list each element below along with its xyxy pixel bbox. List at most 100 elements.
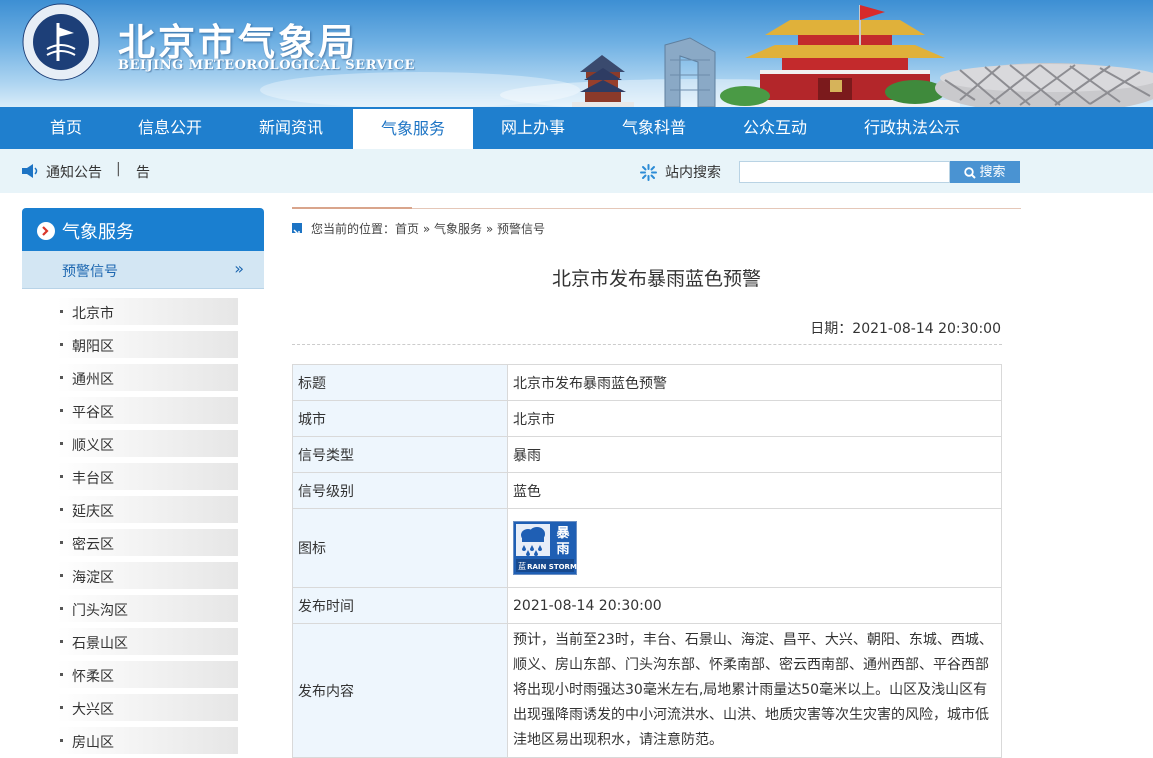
bullet-icon: [60, 376, 63, 379]
breadcrumb-separator: »: [419, 222, 435, 236]
nav-item-public-interaction[interactable]: 公众互动: [725, 107, 825, 149]
table-key: 信号类型: [292, 436, 508, 473]
search-icon: [964, 166, 977, 179]
sidebar-item-yanqing[interactable]: 延庆区: [57, 496, 238, 523]
sidebar-item-label: 朝阳区: [72, 339, 114, 355]
breadcrumb-warning-signals[interactable]: 预警信号: [497, 222, 545, 236]
sidebar-item-fengtai[interactable]: 丰台区: [57, 463, 238, 490]
search-button-label: 搜索: [979, 164, 1006, 179]
breadcrumb-prefix: 您当前的位置：: [311, 222, 396, 236]
warning-info-table: 标题 北京市发布暴雨蓝色预警 城市 北京市 信号类型 暴雨 信号级别 蓝色 图标…: [292, 364, 1002, 758]
bullet-icon: [60, 607, 63, 610]
table-value: 北京市发布暴雨蓝色预警: [507, 364, 1002, 401]
breadcrumb: 您当前的位置：首页 » 气象服务 » 预警信号: [311, 220, 545, 237]
sidebar-item-label: 通州区: [72, 372, 114, 388]
table-row: 信号类型 暴雨: [292, 436, 1002, 473]
sidebar-item-haidian[interactable]: 海淀区: [57, 562, 238, 589]
date-divider: [292, 344, 1002, 345]
meteorological-seal-logo: [22, 3, 100, 81]
double-chevron-icon: »: [234, 259, 244, 278]
notice-separator: |: [116, 161, 121, 177]
sidebar-item-label: 丰台区: [72, 471, 114, 487]
sidebar-item-shunyi[interactable]: 顺义区: [57, 430, 238, 457]
bullet-icon: [60, 541, 63, 544]
sidebar-item-tongzhou[interactable]: 通州区: [57, 364, 238, 391]
location-arrow-icon: [292, 223, 302, 236]
search-input[interactable]: [739, 161, 950, 183]
sidebar-item-label: 大兴区: [72, 702, 114, 718]
breadcrumb-weather-service[interactable]: 气象服务: [434, 222, 482, 236]
nav-item-online-service[interactable]: 网上办事: [483, 107, 583, 149]
table-key: 标题: [292, 364, 508, 401]
bullet-icon: [60, 508, 63, 511]
bullet-icon: [60, 343, 63, 346]
main-nav: 首页 信息公开 新闻资讯 气象服务 网上办事 气象科普 公众互动 行政执法公示: [0, 107, 1153, 149]
bullet-icon: [60, 673, 63, 676]
icon-level-char: 蓝: [518, 561, 526, 571]
nav-item-news[interactable]: 新闻资讯: [240, 107, 342, 149]
table-row: 信号级别 蓝色: [292, 472, 1002, 509]
sidebar-item-label: 顺义区: [72, 438, 114, 454]
search-button[interactable]: 搜索: [950, 161, 1020, 183]
notice-label: 通知公告: [46, 165, 102, 181]
table-key: 图标: [292, 508, 508, 588]
sidebar-item-shijingshan[interactable]: 石景山区: [57, 628, 238, 655]
sidebar-item-label: 房山区: [72, 735, 114, 751]
notice-ticker-text[interactable]: 告: [136, 162, 150, 182]
sidebar-current-section[interactable]: 预警信号 »: [22, 251, 264, 289]
bullet-icon: [60, 310, 63, 313]
table-key: 发布时间: [292, 587, 508, 624]
sparkle-icon: [640, 164, 657, 181]
table-value: 暴雨: [507, 436, 1002, 473]
nav-item-law-enforcement[interactable]: 行政执法公示: [848, 107, 976, 149]
table-value: 蓝色: [507, 472, 1002, 509]
nav-item-info-disclosure[interactable]: 信息公开: [120, 107, 220, 149]
sidebar-item-mentougou[interactable]: 门头沟区: [57, 595, 238, 622]
sidebar-item-label: 门头沟区: [72, 603, 128, 619]
bullet-icon: [60, 574, 63, 577]
chevron-circle-icon: [37, 222, 55, 240]
table-key: 发布内容: [292, 623, 508, 758]
sidebar-item-label: 怀柔区: [72, 669, 114, 685]
sidebar-current-label: 预警信号: [62, 264, 118, 280]
sidebar-item-beijing[interactable]: 北京市: [57, 298, 238, 325]
content-top-rule-accent: [292, 207, 412, 209]
breadcrumb-home[interactable]: 首页: [395, 222, 419, 236]
sidebar-item-label: 密云区: [72, 537, 114, 553]
table-row: 发布时间 2021-08-14 20:30:00: [292, 587, 1002, 624]
table-key: 信号级别: [292, 472, 508, 509]
table-row: 标题 北京市发布暴雨蓝色预警: [292, 364, 1002, 401]
date-value: 2021-08-14 20:30:00: [852, 321, 1001, 337]
speaker-icon: [22, 164, 38, 178]
rainstorm-blue-warning-icon: 暴 雨 蓝 RAIN STORM: [513, 521, 577, 575]
sidebar-item-label: 海淀区: [72, 570, 114, 586]
sidebar-item-label: 平谷区: [72, 405, 114, 421]
table-value: 北京市: [507, 400, 1002, 437]
sidebar-item-daxing[interactable]: 大兴区: [57, 694, 238, 721]
table-row: 发布内容 预计，当前至23时，丰台、石景山、海淀、昌平、大兴、朝阳、东城、西城、…: [292, 623, 1002, 758]
bullet-icon: [60, 739, 63, 742]
sidebar-item-pinggu[interactable]: 平谷区: [57, 397, 238, 424]
bullet-icon: [60, 640, 63, 643]
nav-item-home[interactable]: 首页: [22, 107, 110, 149]
icon-english-label: RAIN STORM: [527, 563, 577, 571]
article-title: 北京市发布暴雨蓝色预警: [551, 268, 761, 290]
sidebar-header: 气象服务: [22, 208, 264, 251]
nav-item-science[interactable]: 气象科普: [604, 107, 704, 149]
sidebar-item-fangshan[interactable]: 房山区: [57, 727, 238, 754]
bullet-icon: [60, 706, 63, 709]
bullet-icon: [60, 475, 63, 478]
table-row: 城市 北京市: [292, 400, 1002, 437]
sidebar-item-chaoyang[interactable]: 朝阳区: [57, 331, 238, 358]
breadcrumb-separator: »: [482, 222, 498, 236]
sidebar-item-label: 延庆区: [72, 504, 114, 520]
sidebar-item-miyun[interactable]: 密云区: [57, 529, 238, 556]
bullet-icon: [60, 409, 63, 412]
sidebar-item-huairou[interactable]: 怀柔区: [57, 661, 238, 688]
sidebar-item-label: 北京市: [72, 306, 114, 322]
nav-item-weather-service[interactable]: 气象服务: [353, 109, 473, 149]
table-value-content: 预计，当前至23时，丰台、石景山、海淀、昌平、大兴、朝阳、东城、西城、顺义、房山…: [507, 623, 1002, 758]
site-search-label: 站内搜索: [665, 165, 721, 181]
sidebar-title: 气象服务: [62, 222, 134, 243]
bullet-icon: [60, 442, 63, 445]
